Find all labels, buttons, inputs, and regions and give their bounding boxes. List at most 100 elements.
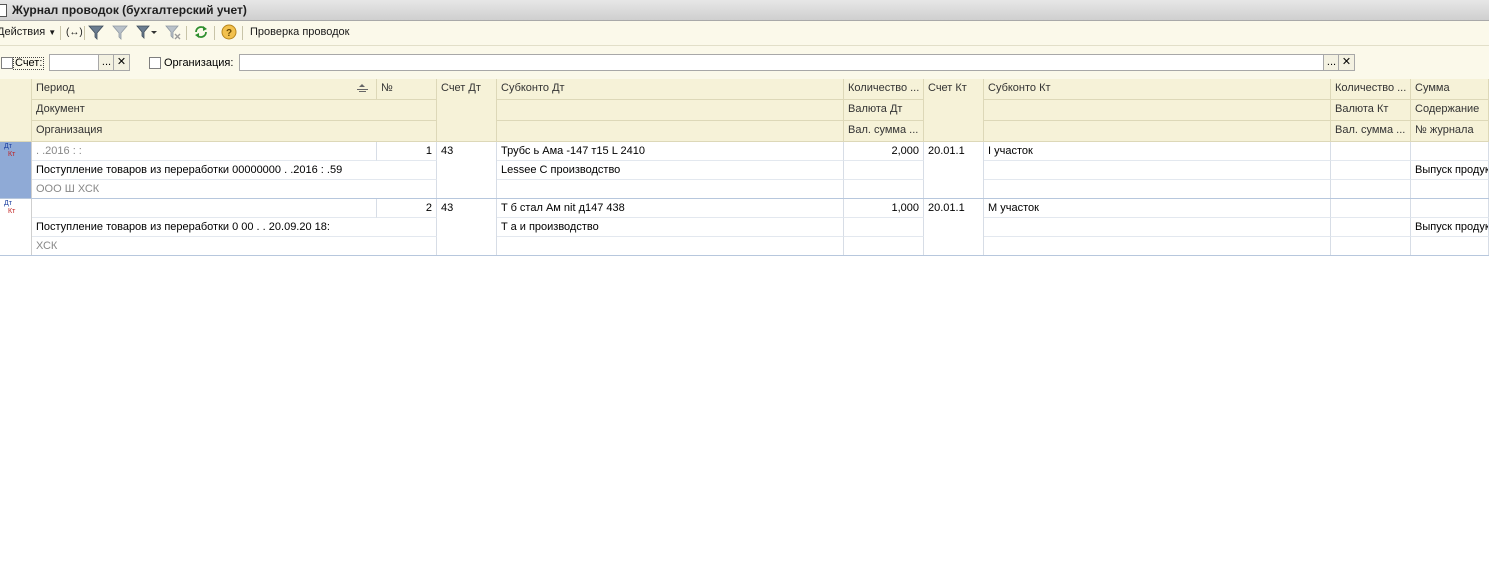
- cell-organization: ООО Ш ХСК: [32, 180, 437, 199]
- row-indicator: Дт Кт: [0, 199, 32, 256]
- cell-account-dt: 43: [437, 199, 497, 256]
- toolbar-separator: [214, 26, 215, 40]
- cell-subconto-dt: T б стал Ам nit д147 438: [497, 199, 844, 218]
- toolbar: Действия ▼ (↔) ? Проверка проводок: [0, 21, 1489, 46]
- cell-currency-sum-dt: [844, 180, 924, 199]
- chevron-down-icon: ▼: [48, 28, 57, 37]
- cell-subconto-kt-3: [984, 180, 1331, 199]
- cell-currency-dt: [844, 161, 924, 180]
- entries-table: Период № Счет Дт Субконто Дт Количество …: [0, 79, 1489, 256]
- column-header-subconto-kt-2: [984, 100, 1331, 121]
- dt-kt-icon: Дт Кт: [4, 200, 16, 215]
- column-header-journal[interactable]: № журнала: [1411, 121, 1489, 142]
- cell-content: Выпуск продук: [1411, 161, 1489, 180]
- cell-account-kt: 20.01.1: [924, 199, 984, 256]
- window-title: Журнал проводок (бухгалтерский учет): [12, 3, 247, 17]
- filter-dropdown-icon[interactable]: [136, 24, 157, 40]
- column-header-subconto-kt-3: [984, 121, 1331, 142]
- cell-quantity-dt: 2,000: [844, 142, 924, 161]
- actions-label: Действия: [0, 26, 46, 38]
- column-header-document[interactable]: Документ: [32, 100, 437, 121]
- row-indicator: Дт Кт: [0, 142, 32, 199]
- cell-account-dt: 43: [437, 142, 497, 199]
- header-indicator-column: [0, 79, 32, 142]
- check-entries-button[interactable]: Проверка проводок: [250, 26, 349, 38]
- cell-subconto-dt-2: T а и производство: [497, 218, 844, 237]
- filter-clear-icon[interactable]: [165, 24, 181, 40]
- account-filter-label: Счет:: [13, 57, 45, 70]
- column-header-subconto-dt[interactable]: Субконто Дт: [497, 79, 844, 100]
- cell-currency-dt: [844, 218, 924, 237]
- cell-document: Поступление товаров из переработки 00000…: [32, 161, 437, 180]
- cell-subconto-dt-3: [497, 180, 844, 199]
- cell-subconto-kt: M участок: [984, 199, 1331, 218]
- toolbar-separator: [186, 26, 187, 40]
- cell-subconto-kt: I участок: [984, 142, 1331, 161]
- document-icon: [0, 4, 7, 17]
- column-header-currency-kt[interactable]: Валюта Кт: [1331, 100, 1411, 121]
- toolbar-separator: [242, 26, 243, 40]
- cell-subconto-dt-2: Lessee С производство: [497, 161, 844, 180]
- cell-document: Поступление товаров из переработки 0 00 …: [32, 218, 437, 237]
- cell-currency-kt: [1331, 161, 1411, 180]
- cell-journal: [1411, 237, 1489, 256]
- toolbar-separator: [60, 26, 61, 40]
- actions-menu[interactable]: Действия ▼: [0, 26, 56, 38]
- window-title-bar: Журнал проводок (бухгалтерский учет): [0, 0, 1489, 21]
- column-header-subconto-kt[interactable]: Субконто Кт: [984, 79, 1331, 100]
- cell-currency-sum-dt: [844, 237, 924, 256]
- account-filter-checkbox[interactable]: [1, 57, 13, 69]
- cell-organization: ХСК: [32, 237, 437, 256]
- filter-off-icon[interactable]: [112, 24, 128, 40]
- organization-filter-checkbox[interactable]: [149, 57, 161, 69]
- table-row[interactable]: Дт Кт . .2016 : : 1 43 Трубс ь Ама -147 т…: [0, 142, 1489, 199]
- organization-filter-label: Организация:: [164, 57, 234, 69]
- cell-subconto-kt-3: [984, 237, 1331, 256]
- toolbar-separator: [84, 26, 85, 40]
- column-header-currency-sum-dt[interactable]: Вал. сумма ...: [844, 121, 924, 142]
- cell-currency-sum-kt: [1331, 237, 1411, 256]
- column-header-subconto-dt-2: [497, 100, 844, 121]
- cell-period: . .2016 : :: [32, 142, 377, 161]
- column-header-quantity-dt[interactable]: Количество ...: [844, 79, 924, 100]
- cell-subconto-kt-2: [984, 218, 1331, 237]
- column-header-period[interactable]: Период: [32, 79, 377, 100]
- cell-account-kt: 20.01.1: [924, 142, 984, 199]
- cell-quantity-dt: 1,000: [844, 199, 924, 218]
- cell-quantity-kt: [1331, 199, 1411, 218]
- filter-icon[interactable]: [88, 24, 104, 40]
- table-row[interactable]: Дт Кт 2 43 T б стал Ам nit д147 438 1,000…: [0, 199, 1489, 256]
- organization-filter-input[interactable]: [239, 54, 1325, 71]
- cell-subconto-kt-2: [984, 161, 1331, 180]
- cell-sum: [1411, 142, 1489, 161]
- filter-bar: Счет: ... ✕ Организация: ... ✕: [0, 46, 1489, 80]
- cell-journal: [1411, 180, 1489, 199]
- column-header-subconto-dt-3: [497, 121, 844, 142]
- column-header-sum[interactable]: Сумма: [1411, 79, 1489, 100]
- svg-text:?: ?: [226, 28, 232, 39]
- cell-sum: [1411, 199, 1489, 218]
- column-header-quantity-kt[interactable]: Количество ...: [1331, 79, 1411, 100]
- column-header-currency-sum-kt[interactable]: Вал. сумма ...: [1331, 121, 1411, 142]
- row-divider: [0, 255, 1489, 256]
- cell-currency-kt: [1331, 218, 1411, 237]
- cell-currency-sum-kt: [1331, 180, 1411, 199]
- exchange-icon[interactable]: (↔): [66, 27, 83, 38]
- account-filter-input[interactable]: [49, 54, 99, 71]
- column-header-content[interactable]: Содержание: [1411, 100, 1489, 121]
- cell-number: 1: [377, 142, 437, 161]
- column-header-account-dt[interactable]: Счет Дт: [437, 79, 497, 142]
- column-header-organization[interactable]: Организация: [32, 121, 437, 142]
- column-header-number[interactable]: №: [377, 79, 437, 100]
- cell-subconto-dt-3: [497, 237, 844, 256]
- refresh-icon[interactable]: [193, 24, 209, 40]
- sort-icon: [357, 84, 368, 96]
- cell-subconto-dt: Трубс ь Ама -147 т15 L 2410: [497, 142, 844, 161]
- column-header-account-kt[interactable]: Счет Кт: [924, 79, 984, 142]
- cell-number: 2: [377, 199, 437, 218]
- help-icon[interactable]: ?: [221, 24, 237, 40]
- organization-clear-button[interactable]: ✕: [1338, 54, 1355, 71]
- column-header-currency-dt[interactable]: Валюта Дт: [844, 100, 924, 121]
- account-clear-button[interactable]: ✕: [113, 54, 130, 71]
- cell-period: [32, 199, 377, 218]
